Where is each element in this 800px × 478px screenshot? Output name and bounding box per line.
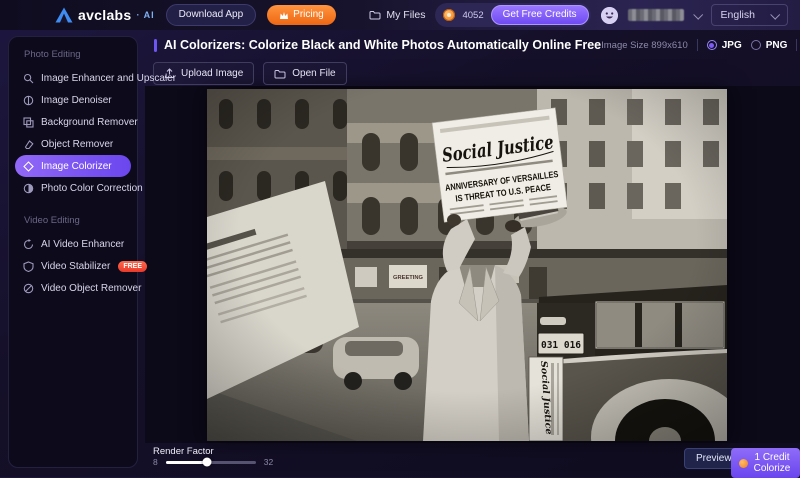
language-chevron-down-icon [770, 9, 780, 19]
logo-ai-suffix: · AI [136, 10, 154, 20]
denoise-icon [23, 95, 34, 106]
sidebar-item-video-object-remover[interactable]: Video Object Remover [15, 277, 131, 299]
bw-photo-preview: GREETING [207, 89, 727, 441]
sidebar-item-label: Image Enhancer and Upscaler [41, 73, 176, 84]
colorizer-icon [23, 161, 34, 172]
sidebar-item-photo-color-correction[interactable]: Photo Color Correction [15, 177, 131, 199]
pricing-button[interactable]: Pricing [267, 5, 336, 25]
sidebar-item-label: Object Remover [41, 139, 113, 150]
open-file-button[interactable]: Open File [263, 62, 346, 85]
video-enhancer-icon [23, 239, 34, 250]
photo-editing-section-label: Photo Editing [24, 49, 131, 60]
divider [697, 39, 698, 51]
credits-pill[interactable]: 4052 Get Free Credits [435, 3, 590, 27]
background-remover-icon [23, 117, 34, 128]
sidebar-item-image-enhancer[interactable]: Image Enhancer and Upscaler [15, 67, 131, 89]
avclabs-logo[interactable]: avclabs · AI [55, 7, 155, 23]
slider-min-label: 8 [153, 457, 158, 467]
bw-photo-illustration: GREETING [207, 89, 727, 441]
sidebar-item-label: Video Object Remover [41, 283, 141, 294]
my-files-button[interactable]: My Files [369, 9, 425, 21]
png-label: PNG [766, 40, 788, 51]
main-header: AI Colorizers: Colorize Black and White … [145, 30, 800, 60]
slider-fill [166, 461, 207, 464]
sidebar: Photo Editing Image Enhancer and Upscale… [8, 36, 138, 468]
my-files-label: My Files [386, 9, 425, 21]
sidebar-item-label: Background Remover [41, 117, 138, 128]
language-select[interactable]: English [711, 4, 788, 26]
pricing-label: Pricing [293, 10, 324, 20]
page-title: AI Colorizers: Colorize Black and White … [164, 38, 601, 52]
language-value: English [721, 9, 755, 21]
jpg-radio-option[interactable]: JPG [707, 40, 742, 51]
free-badge: FREE [118, 261, 147, 272]
download-app-button[interactable]: Download App [166, 4, 257, 26]
stabilizer-shield-icon [23, 261, 34, 272]
title-accent-bar [154, 39, 157, 52]
slider-thumb[interactable] [203, 458, 212, 467]
folder-icon [369, 10, 381, 20]
magnifier-icon [23, 73, 34, 84]
sidebar-item-label: Image Denoiser [41, 95, 112, 106]
toolbar: Upload Image Open File [153, 62, 347, 85]
contrast-icon [23, 183, 34, 194]
topbar: avclabs · AI Download App Pricing My Fil… [0, 0, 800, 30]
eraser-icon [23, 139, 34, 150]
get-free-credits-button[interactable]: Get Free Credits [491, 5, 589, 25]
sidebar-item-image-denoiser[interactable]: Image Denoiser [15, 89, 131, 111]
video-object-remover-icon [23, 283, 34, 294]
avatar[interactable] [601, 7, 618, 24]
upload-image-label: Upload Image [181, 68, 243, 79]
sidebar-item-label: AI Video Enhancer [41, 239, 124, 250]
jpg-label: JPG [722, 40, 742, 51]
sidebar-item-video-stabilizer[interactable]: Video Stabilizer FREE [15, 255, 131, 277]
preview-canvas: GREETING [145, 86, 800, 443]
sidebar-item-image-colorizer[interactable]: Image Colorizer [15, 155, 131, 177]
open-file-label: Open File [292, 68, 335, 79]
render-factor-label: Render Factor [153, 446, 214, 457]
colorize-button[interactable]: 1 Credit Colorize [731, 448, 800, 478]
image-size-label: Image Size 899x610 [601, 40, 688, 51]
crown-icon [279, 11, 289, 20]
credits-count: 4052 [462, 10, 483, 21]
logo-text: avclabs [78, 7, 131, 23]
chevron-down-icon[interactable] [693, 9, 703, 19]
slider-max-label: 32 [264, 457, 273, 467]
username-redacted[interactable] [628, 9, 684, 21]
avatar-face-icon [601, 7, 618, 24]
png-radio-option[interactable]: PNG [751, 40, 788, 51]
sidebar-item-ai-video-enhancer[interactable]: AI Video Enhancer [15, 233, 131, 255]
png-radio-icon[interactable] [751, 40, 761, 50]
sidebar-item-label: Photo Color Correction [41, 183, 143, 194]
colorize-label: 1 Credit Colorize [752, 452, 792, 474]
jpg-radio-icon[interactable] [707, 40, 717, 50]
slider-track[interactable] [166, 461, 256, 464]
credit-coin-icon [739, 459, 748, 468]
divider [796, 39, 797, 51]
avclabs-logo-icon [55, 7, 73, 23]
video-editing-section-label: Video Editing [24, 215, 131, 226]
sidebar-item-label: Image Colorizer [41, 161, 112, 172]
open-folder-icon [274, 69, 286, 79]
sidebar-item-object-remover[interactable]: Object Remover [15, 133, 131, 155]
render-factor-slider: 8 32 [153, 457, 273, 467]
sidebar-item-label: Video Stabilizer [41, 261, 110, 272]
coin-icon [443, 9, 455, 21]
sidebar-item-background-remover[interactable]: Background Remover [15, 111, 131, 133]
